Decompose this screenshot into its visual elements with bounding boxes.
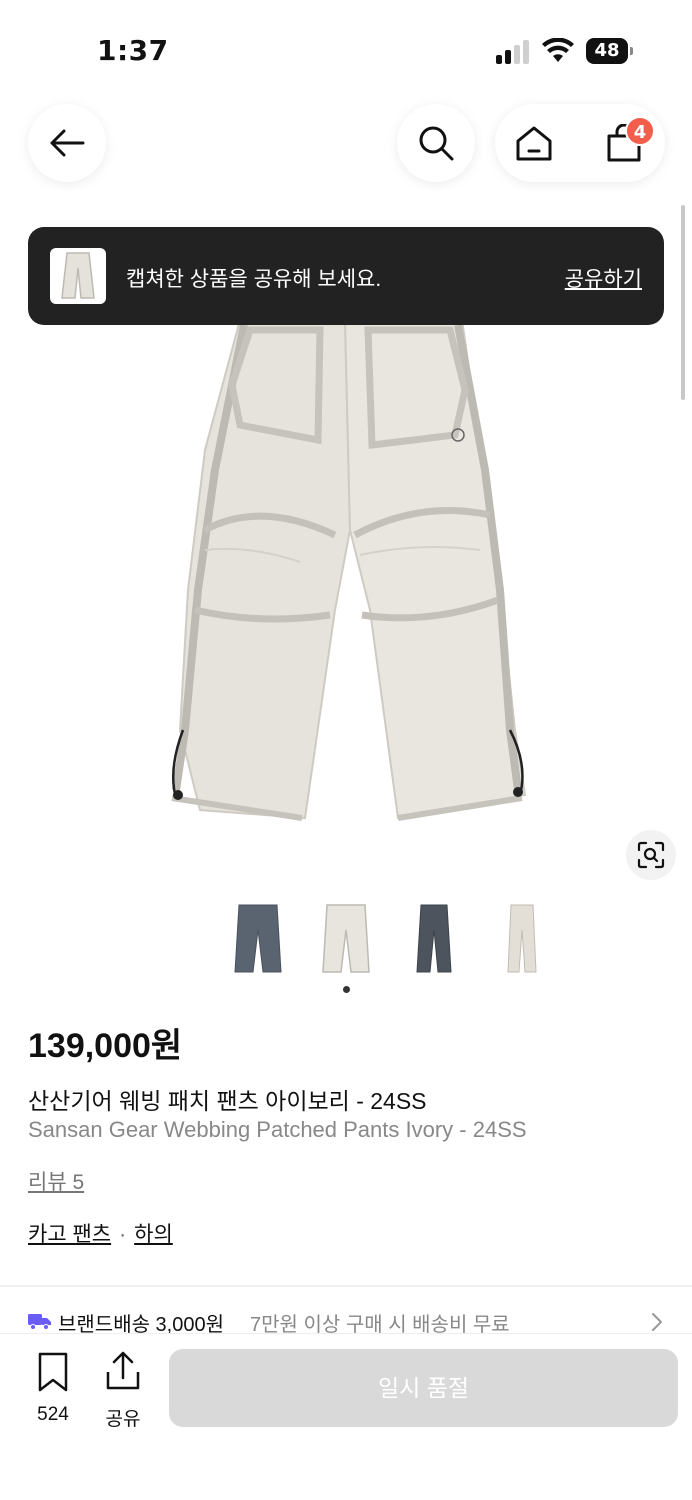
chevron-right-icon xyxy=(652,1313,662,1331)
arrow-left-icon xyxy=(50,129,85,157)
toast-message: 캡쳐한 상품을 공유해 보세요. xyxy=(126,268,382,291)
share-label: 공유 xyxy=(105,1409,141,1430)
toast-thumbnail xyxy=(50,248,106,304)
battery-icon: 48 xyxy=(586,38,634,64)
category-cargo-pants-link[interactable]: 카고 팬츠 xyxy=(28,1223,111,1246)
wifi-icon xyxy=(542,38,574,62)
bookmark-count: 524 xyxy=(37,1404,69,1425)
battery-level: 48 xyxy=(586,38,628,64)
review-link[interactable]: 리뷰 5 xyxy=(28,1166,84,1196)
product-price: 139,000원 xyxy=(28,1027,183,1065)
battery-cap xyxy=(630,47,633,55)
soldout-button[interactable]: 일시 품절 xyxy=(169,1349,678,1427)
thumbnail-dark-grey[interactable] xyxy=(401,900,467,980)
share-icon xyxy=(106,1351,140,1390)
product-name-english: Sansan Gear Webbing Patched Pants Ivory … xyxy=(28,1117,527,1142)
visual-search-icon xyxy=(637,841,665,869)
cart-button[interactable] xyxy=(585,104,663,182)
home-button[interactable] xyxy=(495,104,573,182)
scrollbar[interactable] xyxy=(681,205,685,400)
bookmark-button[interactable]: 524 xyxy=(28,1346,78,1425)
visual-search-button[interactable] xyxy=(626,830,676,880)
category-breadcrumb: 카고 팬츠 · 하의 xyxy=(28,1218,173,1248)
bookmark-icon xyxy=(38,1352,68,1392)
thumbnail-charcoal[interactable] xyxy=(225,900,291,980)
product-name-korean: 산산기어 웨빙 패치 팬츠 아이보리 - 24SS xyxy=(28,1088,427,1114)
toast-share-link[interactable]: 공유하기 xyxy=(565,263,642,293)
search-icon xyxy=(419,126,454,161)
category-bottoms-link[interactable]: 하의 xyxy=(134,1223,173,1246)
share-button[interactable]: 공유 xyxy=(98,1346,148,1430)
signal-icon xyxy=(496,40,529,64)
status-bar: 1:37 48 xyxy=(0,0,692,100)
share-toast: 캡쳐한 상품을 공유해 보세요. 공유하기 xyxy=(28,227,664,325)
bottom-action-bar: 524 공유 일시 품절 xyxy=(0,1333,692,1500)
back-button[interactable] xyxy=(28,104,106,182)
category-separator: · xyxy=(119,1223,127,1246)
section-divider xyxy=(0,1285,692,1287)
color-thumbnails xyxy=(225,900,555,980)
cart-count-badge: 4 xyxy=(625,116,655,146)
thumbnail-light-beige[interactable] xyxy=(489,900,555,980)
search-button[interactable] xyxy=(397,104,475,182)
truck-icon xyxy=(28,1314,51,1330)
status-time: 1:37 xyxy=(97,34,169,67)
home-icon xyxy=(516,126,552,161)
header-actions: 4 xyxy=(495,104,665,182)
carousel-indicator xyxy=(343,986,350,993)
thumbnail-ivory[interactable] xyxy=(313,900,379,980)
